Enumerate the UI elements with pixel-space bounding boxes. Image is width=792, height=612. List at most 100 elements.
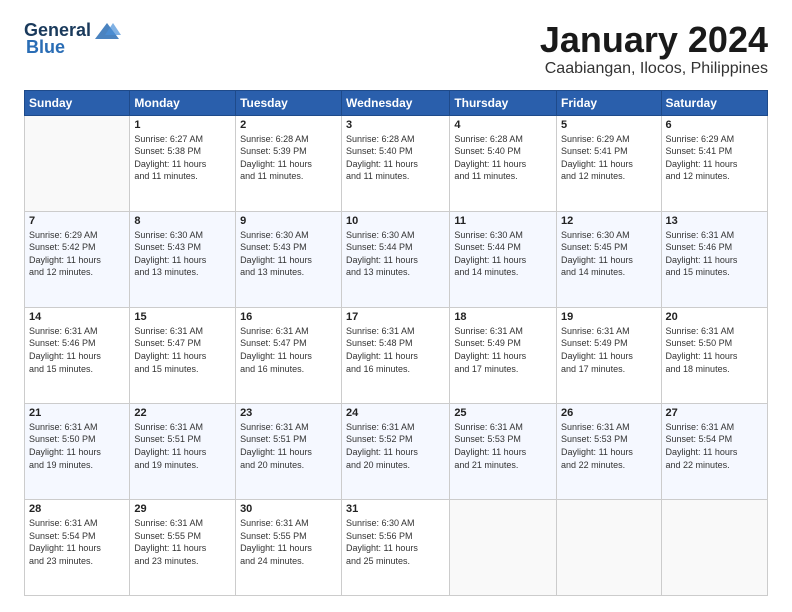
calendar-cell: 10 Sunrise: 6:30 AM Sunset: 5:44 PM Dayli… xyxy=(342,211,450,307)
calendar-cell: 27Sunrise: 6:31 AM Sunset: 5:54 PM Dayli… xyxy=(661,403,767,499)
day-content: Sunrise: 6:31 AM Sunset: 5:49 PM Dayligh… xyxy=(454,325,552,375)
day-content: Sunrise: 6:30 AM Sunset: 5:45 PM Dayligh… xyxy=(561,229,656,279)
day-content: Sunrise: 6:31 AM Sunset: 5:46 PM Dayligh… xyxy=(29,325,125,375)
day-number: 12 xyxy=(561,215,656,227)
title-block: January 2024 Caabiangan, Ilocos, Philipp… xyxy=(540,20,768,78)
day-content: Sunrise: 6:31 AM Sunset: 5:50 PM Dayligh… xyxy=(29,421,125,471)
day-number: 26 xyxy=(561,407,656,419)
calendar-cell: 11Sunrise: 6:30 AM Sunset: 5:44 PM Dayli… xyxy=(450,211,557,307)
logo-icon xyxy=(93,21,121,41)
day-content: Sunrise: 6:31 AM Sunset: 5:46 PM Dayligh… xyxy=(666,229,763,279)
calendar-cell: 4 Sunrise: 6:28 AM Sunset: 5:40 PM Daylig… xyxy=(450,115,557,211)
header: General Blue January 2024 Caabiangan, Il… xyxy=(24,20,768,78)
day-content: Sunrise: 6:29 AM Sunset: 5:41 PM Dayligh… xyxy=(561,133,656,183)
calendar-cell xyxy=(25,115,130,211)
day-content: Sunrise: 6:31 AM Sunset: 5:49 PM Dayligh… xyxy=(561,325,656,375)
day-number: 4 xyxy=(454,119,552,131)
day-number: 17 xyxy=(346,311,445,323)
day-content: Sunrise: 6:28 AM Sunset: 5:40 PM Dayligh… xyxy=(454,133,552,183)
day-number: 23 xyxy=(240,407,337,419)
calendar-cell: 13 Sunrise: 6:31 AM Sunset: 5:46 PM Dayli… xyxy=(661,211,767,307)
calendar-cell: 12 Sunrise: 6:30 AM Sunset: 5:45 PM Dayli… xyxy=(557,211,661,307)
day-content: Sunrise: 6:31 AM Sunset: 5:55 PM Dayligh… xyxy=(240,517,337,567)
calendar-cell: 1Sunrise: 6:27 AM Sunset: 5:38 PM Daylig… xyxy=(130,115,236,211)
month-title: January 2024 xyxy=(540,20,768,60)
day-content: Sunrise: 6:30 AM Sunset: 5:44 PM Dayligh… xyxy=(346,229,445,279)
day-number: 10 xyxy=(346,215,445,227)
day-number: 13 xyxy=(666,215,763,227)
day-number: 15 xyxy=(134,311,231,323)
day-number: 3 xyxy=(346,119,445,131)
calendar-cell: 8 Sunrise: 6:30 AM Sunset: 5:43 PM Daylig… xyxy=(130,211,236,307)
day-content: Sunrise: 6:28 AM Sunset: 5:40 PM Dayligh… xyxy=(346,133,445,183)
col-thursday: Thursday xyxy=(450,90,557,115)
calendar-cell: 2Sunrise: 6:28 AM Sunset: 5:39 PM Daylig… xyxy=(236,115,342,211)
day-number: 19 xyxy=(561,311,656,323)
day-number: 18 xyxy=(454,311,552,323)
week-row-2: 14 Sunrise: 6:31 AM Sunset: 5:46 PM Dayli… xyxy=(25,307,768,403)
day-number: 7 xyxy=(29,215,125,227)
day-number: 16 xyxy=(240,311,337,323)
calendar-page: General Blue January 2024 Caabiangan, Il… xyxy=(0,0,792,612)
header-row: Sunday Monday Tuesday Wednesday Thursday… xyxy=(25,90,768,115)
week-row-1: 7 Sunrise: 6:29 AM Sunset: 5:42 PM Daylig… xyxy=(25,211,768,307)
day-number: 2 xyxy=(240,119,337,131)
day-content: Sunrise: 6:27 AM Sunset: 5:38 PM Dayligh… xyxy=(134,133,231,183)
day-content: Sunrise: 6:31 AM Sunset: 5:54 PM Dayligh… xyxy=(29,517,125,567)
day-content: Sunrise: 6:30 AM Sunset: 5:43 PM Dayligh… xyxy=(240,229,337,279)
calendar-cell: 22 Sunrise: 6:31 AM Sunset: 5:51 PM Dayli… xyxy=(130,403,236,499)
day-content: Sunrise: 6:31 AM Sunset: 5:51 PM Dayligh… xyxy=(240,421,337,471)
calendar-cell: 7 Sunrise: 6:29 AM Sunset: 5:42 PM Daylig… xyxy=(25,211,130,307)
day-content: Sunrise: 6:29 AM Sunset: 5:42 PM Dayligh… xyxy=(29,229,125,279)
calendar-cell: 31 Sunrise: 6:30 AM Sunset: 5:56 PM Dayli… xyxy=(342,499,450,595)
day-content: Sunrise: 6:31 AM Sunset: 5:55 PM Dayligh… xyxy=(134,517,231,567)
calendar-cell: 19 Sunrise: 6:31 AM Sunset: 5:49 PM Dayli… xyxy=(557,307,661,403)
calendar-cell: 20 Sunrise: 6:31 AM Sunset: 5:50 PM Dayli… xyxy=(661,307,767,403)
day-number: 25 xyxy=(454,407,552,419)
calendar-cell: 24 Sunrise: 6:31 AM Sunset: 5:52 PM Dayli… xyxy=(342,403,450,499)
calendar-cell xyxy=(661,499,767,595)
day-number: 14 xyxy=(29,311,125,323)
day-number: 30 xyxy=(240,503,337,515)
calendar-cell: 23 Sunrise: 6:31 AM Sunset: 5:51 PM Dayli… xyxy=(236,403,342,499)
calendar-cell: 5 Sunrise: 6:29 AM Sunset: 5:41 PM Daylig… xyxy=(557,115,661,211)
day-number: 9 xyxy=(240,215,337,227)
day-content: Sunrise: 6:31 AM Sunset: 5:47 PM Dayligh… xyxy=(240,325,337,375)
day-number: 20 xyxy=(666,311,763,323)
calendar-cell: 26Sunrise: 6:31 AM Sunset: 5:53 PM Dayli… xyxy=(557,403,661,499)
day-content: Sunrise: 6:31 AM Sunset: 5:48 PM Dayligh… xyxy=(346,325,445,375)
day-content: Sunrise: 6:31 AM Sunset: 5:51 PM Dayligh… xyxy=(134,421,231,471)
calendar-cell: 15 Sunrise: 6:31 AM Sunset: 5:47 PM Dayli… xyxy=(130,307,236,403)
logo-text-blue: Blue xyxy=(26,37,65,58)
day-content: Sunrise: 6:31 AM Sunset: 5:50 PM Dayligh… xyxy=(666,325,763,375)
calendar-cell: 30 Sunrise: 6:31 AM Sunset: 5:55 PM Dayli… xyxy=(236,499,342,595)
logo: General Blue xyxy=(24,20,121,58)
calendar-cell: 9 Sunrise: 6:30 AM Sunset: 5:43 PM Daylig… xyxy=(236,211,342,307)
day-content: Sunrise: 6:31 AM Sunset: 5:52 PM Dayligh… xyxy=(346,421,445,471)
day-content: Sunrise: 6:31 AM Sunset: 5:53 PM Dayligh… xyxy=(454,421,552,471)
day-content: Sunrise: 6:31 AM Sunset: 5:54 PM Dayligh… xyxy=(666,421,763,471)
day-number: 28 xyxy=(29,503,125,515)
day-content: Sunrise: 6:31 AM Sunset: 5:47 PM Dayligh… xyxy=(134,325,231,375)
calendar-cell: 16 Sunrise: 6:31 AM Sunset: 5:47 PM Dayli… xyxy=(236,307,342,403)
week-row-3: 21 Sunrise: 6:31 AM Sunset: 5:50 PM Dayli… xyxy=(25,403,768,499)
day-number: 24 xyxy=(346,407,445,419)
day-content: Sunrise: 6:30 AM Sunset: 5:44 PM Dayligh… xyxy=(454,229,552,279)
day-content: Sunrise: 6:30 AM Sunset: 5:56 PM Dayligh… xyxy=(346,517,445,567)
col-friday: Friday xyxy=(557,90,661,115)
day-number: 21 xyxy=(29,407,125,419)
calendar-cell: 6Sunrise: 6:29 AM Sunset: 5:41 PM Daylig… xyxy=(661,115,767,211)
col-monday: Monday xyxy=(130,90,236,115)
calendar-cell xyxy=(557,499,661,595)
calendar-cell: 17 Sunrise: 6:31 AM Sunset: 5:48 PM Dayli… xyxy=(342,307,450,403)
day-number: 5 xyxy=(561,119,656,131)
col-tuesday: Tuesday xyxy=(236,90,342,115)
day-number: 31 xyxy=(346,503,445,515)
day-number: 22 xyxy=(134,407,231,419)
day-content: Sunrise: 6:29 AM Sunset: 5:41 PM Dayligh… xyxy=(666,133,763,183)
calendar-cell: 28 Sunrise: 6:31 AM Sunset: 5:54 PM Dayli… xyxy=(25,499,130,595)
week-row-4: 28 Sunrise: 6:31 AM Sunset: 5:54 PM Dayli… xyxy=(25,499,768,595)
calendar-cell: 25 Sunrise: 6:31 AM Sunset: 5:53 PM Dayli… xyxy=(450,403,557,499)
day-content: Sunrise: 6:30 AM Sunset: 5:43 PM Dayligh… xyxy=(134,229,231,279)
day-number: 8 xyxy=(134,215,231,227)
